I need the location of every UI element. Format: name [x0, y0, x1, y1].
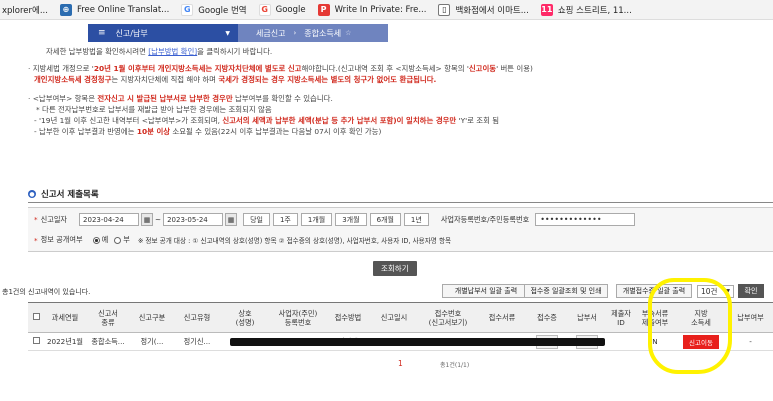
col-docs: 접수서류: [478, 302, 526, 333]
period-3month-button[interactable]: 3개월: [335, 213, 367, 226]
bookmark-1[interactable]: ⊕ Free Online Translat...: [59, 3, 169, 16]
lookup-button[interactable]: 조회하기: [373, 261, 417, 276]
bookmark-6[interactable]: 11 쇼핑 스트리트, 11...: [540, 3, 632, 16]
col-receipt: 접수증: [526, 302, 568, 333]
row-checkbox[interactable]: [32, 337, 40, 344]
bookmark-3[interactable]: G Google: [258, 3, 306, 16]
google-icon: G: [258, 3, 271, 16]
col-paid: 납부여부: [728, 302, 773, 333]
col-payment-slip: 납부서: [568, 302, 606, 333]
col-name: 상호 (성명): [220, 302, 270, 333]
col-tax-month: 과세연월: [44, 302, 86, 333]
doc-icon: ▯: [438, 3, 451, 16]
chevron-right-icon: ›: [293, 29, 297, 37]
caret-down-icon: ▼: [225, 29, 230, 37]
hamburger-icon: ≡: [98, 28, 106, 38]
confirm-button[interactable]: 확인: [738, 284, 764, 298]
top-nav: ≡ 신고/납부 ▼ 세금신고 › 종합소득세 ☆: [0, 24, 773, 42]
calendar-icon[interactable]: ▦: [141, 213, 154, 226]
bookmarks-bar: xplorer에... ⊕ Free Online Translat... G Go…: [0, 0, 773, 20]
period-1month-button[interactable]: 1개월: [300, 213, 333, 226]
breadcrumb: 세금신고 › 종합소득세 ☆: [238, 24, 388, 42]
bookmark-5[interactable]: ▯ 백화점에서 이마트...: [438, 3, 529, 16]
page-count: 총1건(1/1): [440, 362, 470, 369]
bookmark-2[interactable]: G Google 번역: [181, 3, 247, 16]
period-1week-button[interactable]: 1주: [272, 213, 298, 226]
disclose-no-radio[interactable]: [114, 236, 122, 244]
section-title: ● 신고서 제출목록: [28, 190, 99, 200]
select-all-checkbox[interactable]: [32, 313, 40, 320]
print-receipts-button[interactable]: 접수증 일괄조회 및 인쇄: [524, 284, 608, 298]
page-number[interactable]: 1: [398, 359, 403, 368]
col-report-category: 신고구분: [130, 302, 174, 333]
date-to-input[interactable]: 2023-05-24: [163, 213, 224, 226]
redaction-bar: [230, 338, 605, 346]
breadcrumb-income-tax[interactable]: 종합소득세: [304, 28, 341, 39]
star-icon[interactable]: ☆: [345, 29, 351, 37]
disclose-yes-radio[interactable]: [92, 236, 100, 244]
biz-number-input[interactable]: •••••••••••••: [535, 213, 636, 226]
bookmark-0[interactable]: xplorer에...: [2, 4, 48, 16]
col-report-kind: 신고유형: [174, 302, 220, 333]
notice-block: 자세한 납부방법을 확인하시려면 [납부방법 확인]을 클릭하시기 바랍니다. …: [28, 47, 533, 136]
google-icon: G: [181, 3, 194, 16]
calendar-icon[interactable]: ▦: [225, 213, 238, 226]
shop-icon: 11: [540, 3, 553, 16]
payment-method-link[interactable]: [납부방법 확인]: [148, 47, 197, 56]
annotation-highlight: [648, 278, 732, 374]
period-6month-button[interactable]: 6개월: [369, 213, 401, 226]
result-count: 총1건의 신고내역이 있습니다.: [2, 288, 91, 296]
col-report-type: 신고서 종류: [86, 302, 130, 333]
period-1year-button[interactable]: 1년: [403, 213, 429, 226]
print-payment-slips-button[interactable]: 개별납부서 일괄 출력: [442, 284, 530, 298]
bullet-icon: ●: [28, 190, 36, 198]
col-method: 접수방법: [326, 302, 370, 333]
p-icon: P: [317, 3, 330, 16]
col-reg-number: 사업자(주민) 등록번호: [270, 302, 326, 333]
period-today-button[interactable]: 당일: [243, 213, 270, 226]
bookmark-4[interactable]: P Write In Private: Fre...: [317, 3, 426, 16]
search-panel: * 신고일자 2023-04-24 ▦ ~ 2023-05-24 ▦ 당일 1주…: [28, 207, 773, 252]
translate-icon: ⊕: [59, 3, 72, 16]
nav-menu-button[interactable]: ≡ 신고/납부 ▼: [88, 24, 238, 42]
breadcrumb-tax-report[interactable]: 세금신고: [256, 28, 285, 39]
date-from-input[interactable]: 2023-04-24: [79, 213, 140, 226]
col-datetime: 신고일시: [370, 302, 418, 333]
col-receipt-no: 접수번호 (신고서보기): [418, 302, 478, 333]
divider: [28, 202, 773, 203]
col-submitter-id: 제출자 ID: [606, 302, 636, 333]
